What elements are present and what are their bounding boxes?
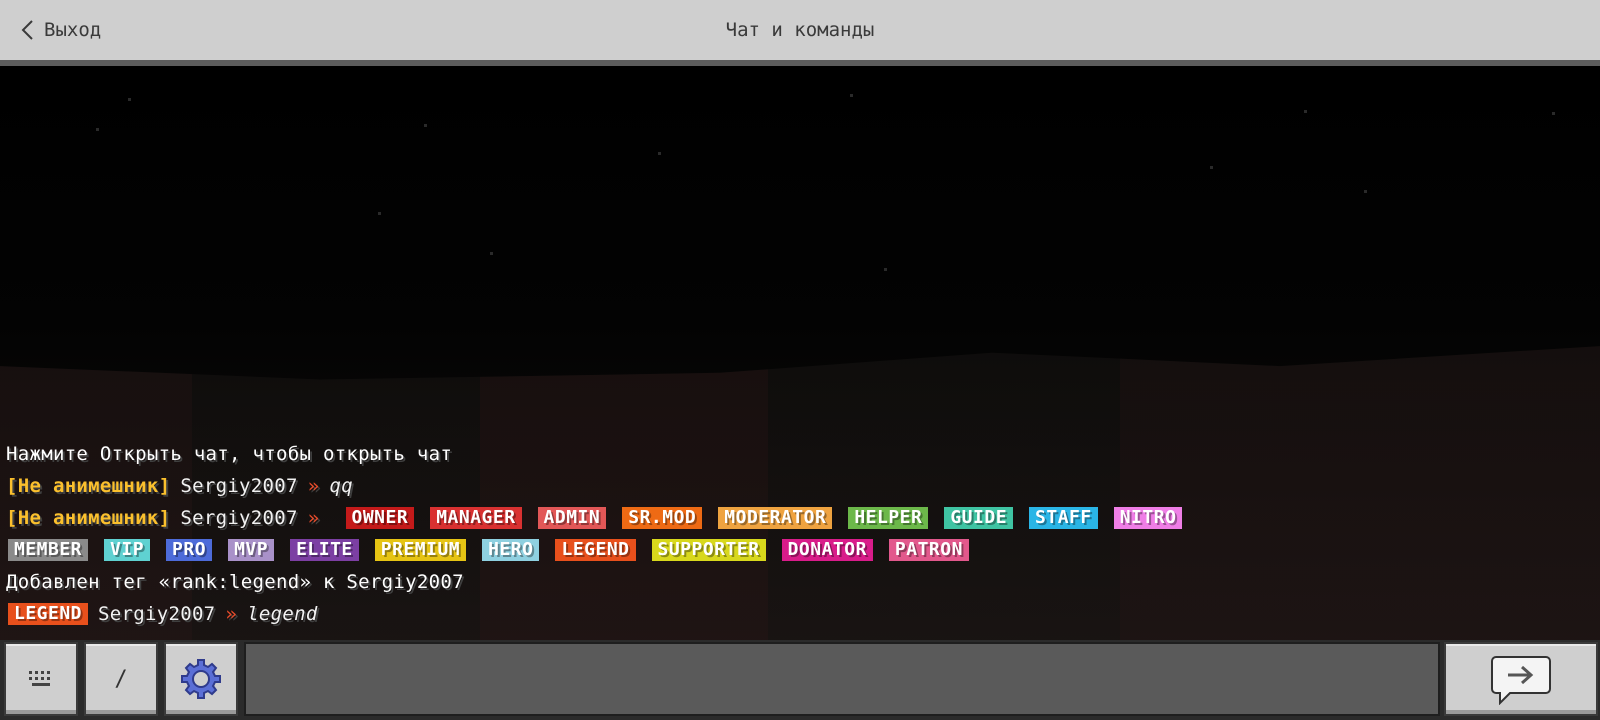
send-button[interactable]: [1444, 642, 1598, 716]
message-text: legend: [247, 603, 318, 625]
username: Sergiy2007: [98, 603, 216, 625]
slash-label: /: [114, 666, 128, 692]
rank-tag-staff: STAFF: [1029, 507, 1098, 529]
send-arrow-icon: [1491, 656, 1551, 705]
top-bar: Выход Чат и команды: [0, 0, 1600, 66]
chat-arrow: »: [225, 603, 238, 625]
system-message: Нажмите Открыть чат, чтобы открыть чат: [6, 443, 453, 465]
chat-input[interactable]: [244, 642, 1440, 716]
rank-tag-member: MEMBER: [8, 539, 89, 561]
page-title: Чат и команды: [725, 19, 875, 41]
rank-tag-patron: PATRON: [888, 539, 969, 561]
rank-tags-row: MEMBER VIP PRO MVP ELITE PREMIUM HERO LEGEND SUP…: [8, 539, 985, 561]
rank-tag-manager: MANAGER: [430, 507, 522, 529]
chat-message: MEMBER VIP PRO MVP ELITE PREMIUM HERO LEGEND SUP…: [6, 534, 1596, 566]
rank-tag-guide: GUIDE: [944, 507, 1014, 529]
rank-tags-row: OWNER MANAGER ADMIN SR.MOD MODERATOR HELPER GU…: [345, 507, 1199, 529]
star: [1210, 166, 1213, 169]
gear-icon: [181, 659, 221, 699]
rank-tag-legend: LEGEND: [555, 539, 636, 561]
chat-message: LEGEND Sergiy2007 » legend: [6, 598, 1596, 630]
rank-tag-mvp: MVP: [228, 539, 275, 561]
rank-tag-moderator: MODERATOR: [718, 507, 833, 529]
chat-arrow: »: [307, 507, 320, 529]
star: [850, 94, 853, 97]
star: [490, 252, 493, 255]
rank-tag-premium: PREMIUM: [374, 539, 467, 561]
rank-prefix: [Не анимешник]: [6, 475, 171, 497]
rank-tag-sr-mod: SR.MOD: [622, 507, 703, 529]
star: [658, 152, 661, 155]
rank-prefix: [Не анимешник]: [6, 507, 171, 529]
chat-arrow: »: [307, 475, 320, 497]
username: Sergiy2007: [180, 507, 298, 529]
rank-tag-pro: PRO: [166, 539, 213, 561]
chat-log: Нажмите Открыть чат, чтобы открыть чат […: [6, 438, 1596, 630]
rank-tag-helper: HELPER: [848, 507, 929, 529]
rank-tag-donator: DONATOR: [781, 539, 873, 561]
chat-message: [Не анимешник] Sergiy2007 » OWNER MANAGER…: [6, 502, 1596, 534]
star: [128, 98, 131, 101]
star: [1364, 190, 1367, 193]
chat-message: [Не анимешник] Sergiy2007 » qq: [6, 470, 1596, 502]
rank-tag-admin: ADMIN: [537, 507, 607, 529]
star: [884, 268, 887, 271]
star: [1552, 112, 1555, 115]
rank-tag-elite: ELITE: [290, 539, 359, 561]
command-slash-button[interactable]: /: [84, 642, 158, 716]
chat-message: Добавлен тег «rank:legend» к Sergiy2007: [6, 566, 1596, 598]
settings-button[interactable]: [164, 642, 238, 716]
rank-tag: LEGEND: [8, 603, 89, 625]
chat-message: Нажмите Открыть чат, чтобы открыть чат: [6, 438, 1596, 470]
username: Sergiy2007: [180, 475, 298, 497]
star: [424, 124, 427, 127]
rank-tag-hero: HERO: [482, 539, 540, 561]
star: [1304, 110, 1307, 113]
star: [96, 128, 99, 131]
rank-tag-supporter: SUPPORTER: [651, 539, 766, 561]
keyboard-button[interactable]: [4, 642, 78, 716]
message-text: qq: [329, 475, 353, 497]
keyboard-icon: [29, 671, 50, 686]
rank-tag-vip: VIP: [104, 539, 151, 561]
star: [378, 212, 381, 215]
rank-tag-nitro: NITRO: [1113, 507, 1183, 529]
chat-toolbar: /: [0, 640, 1600, 720]
rank-tag-owner: OWNER: [345, 507, 415, 529]
system-message: Добавлен тег «rank:legend» к Sergiy2007: [6, 571, 464, 593]
